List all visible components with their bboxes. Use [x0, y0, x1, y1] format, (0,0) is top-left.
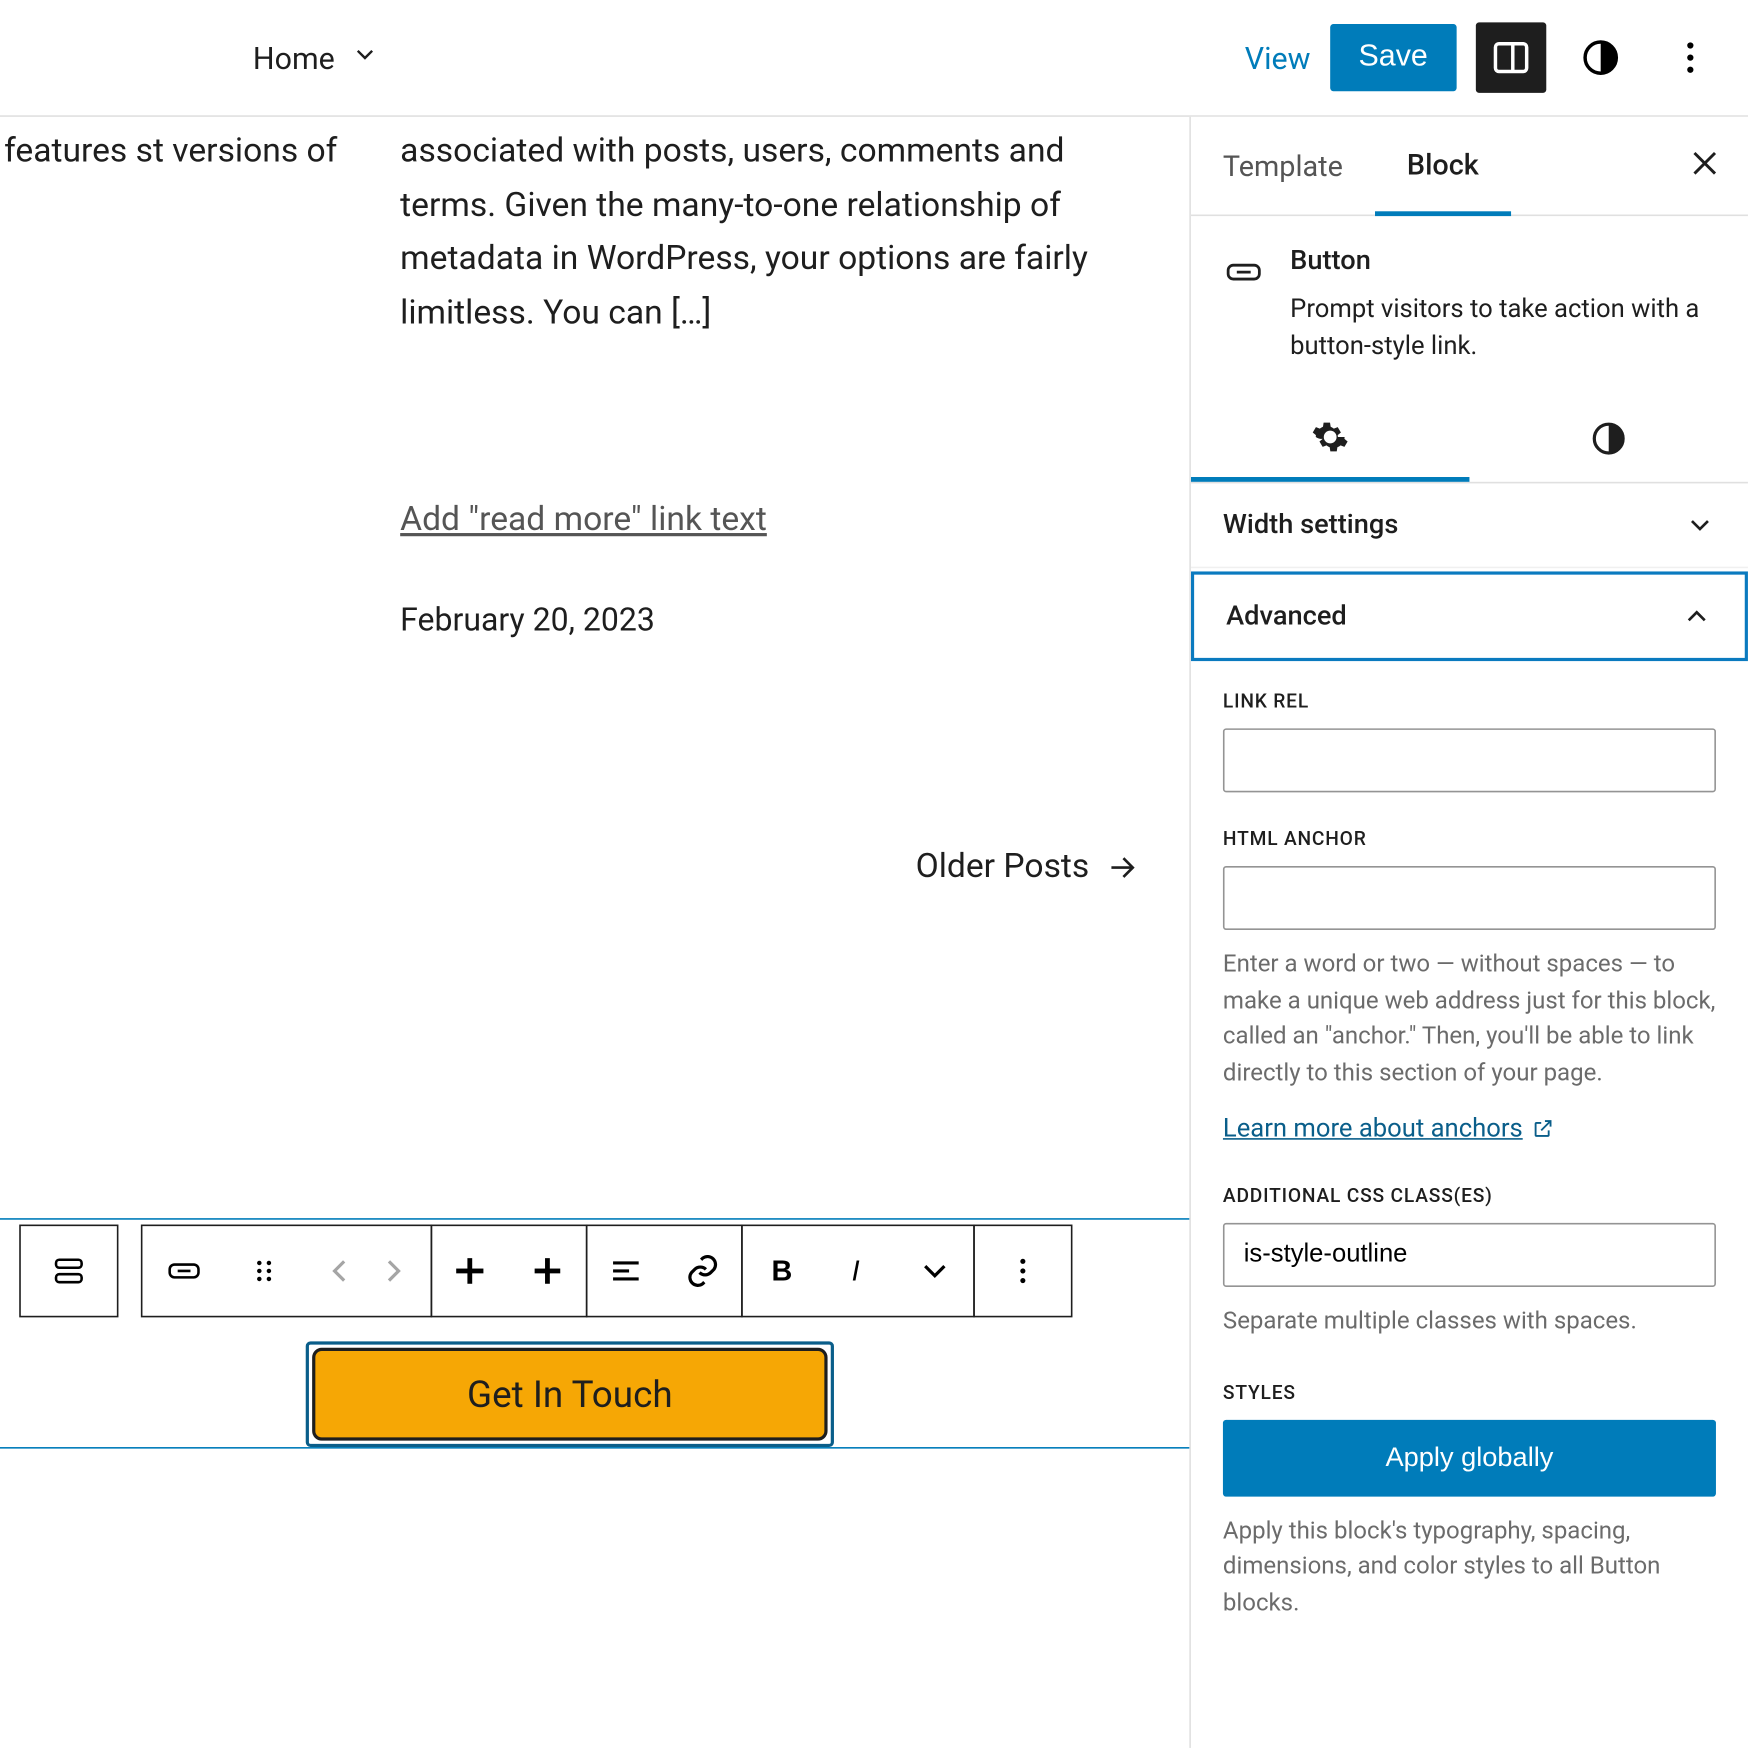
tab-settings[interactable] [1191, 396, 1470, 482]
parent-block-button[interactable] [30, 1226, 107, 1316]
html-anchor-input[interactable] [1223, 867, 1716, 931]
older-posts-label: Older Posts [916, 848, 1090, 886]
settings-sidebar: Template Block Button Prompt visitors to… [1191, 117, 1748, 1748]
bold-button[interactable]: B [743, 1226, 820, 1316]
view-link[interactable]: View [1245, 39, 1311, 76]
styles-label: STYLES [1223, 1381, 1716, 1403]
add-after-button[interactable] [509, 1226, 586, 1316]
html-anchor-label: HTML ANCHOR [1223, 828, 1716, 850]
plus-icon [528, 1252, 566, 1290]
more-formatting-button[interactable] [896, 1226, 973, 1316]
svg-text:I: I [852, 1256, 860, 1288]
breadcrumb-home[interactable]: Home [253, 39, 335, 76]
align-left-icon [607, 1252, 645, 1290]
block-description: Prompt visitors to take action with a bu… [1290, 290, 1716, 364]
section-label: Advanced [1226, 601, 1347, 633]
toolbar-group: B I [741, 1225, 975, 1318]
block-type-button[interactable] [142, 1226, 225, 1316]
add-before-button[interactable] [432, 1226, 509, 1316]
plus-left-icon [451, 1252, 489, 1290]
drag-icon [245, 1252, 283, 1290]
drag-button[interactable] [226, 1226, 303, 1316]
toolbar-group [973, 1225, 1072, 1318]
options-button[interactable] [1655, 22, 1725, 92]
button-block[interactable]: Get In Touch [312, 1348, 827, 1441]
button-icon [165, 1252, 203, 1290]
tab-styles[interactable] [1469, 396, 1748, 482]
italic-button[interactable]: I [820, 1226, 897, 1316]
save-button[interactable]: Save [1330, 24, 1457, 91]
toolbar-group [19, 1225, 118, 1318]
arrow-right-icon [1105, 852, 1137, 884]
chevron-down-icon[interactable] [351, 40, 380, 75]
sidebar-toggle-button[interactable] [1476, 22, 1546, 92]
tab-template[interactable]: Template [1191, 118, 1375, 212]
apply-globally-button[interactable]: Apply globally [1223, 1420, 1716, 1497]
link-rel-input[interactable] [1223, 729, 1716, 793]
block-card: Button Prompt visitors to take action wi… [1191, 216, 1748, 396]
contrast-icon [1589, 420, 1627, 458]
toolbar-group [586, 1225, 743, 1318]
buttons-icon [50, 1252, 88, 1290]
chevron-left-icon [322, 1252, 360, 1290]
chevron-down-icon [916, 1252, 954, 1290]
contrast-icon [1580, 37, 1622, 79]
chevron-right-icon [373, 1252, 411, 1290]
close-sidebar-button[interactable] [1687, 145, 1722, 187]
italic-icon: I [839, 1252, 877, 1290]
block-name: Button [1290, 245, 1716, 277]
chevron-down-icon [1684, 510, 1716, 542]
section-advanced[interactable]: Advanced [1191, 572, 1748, 662]
link-rel-label: LINK REL [1223, 691, 1716, 713]
toolbar-group [431, 1225, 588, 1318]
toolbar-group [141, 1225, 432, 1318]
move-right-button[interactable] [354, 1226, 431, 1316]
link-icon [683, 1252, 721, 1290]
kebab-icon [1670, 37, 1712, 79]
svg-text:B: B [772, 1256, 793, 1288]
kebab-icon [1004, 1252, 1042, 1290]
post-date: February 20, 2023 [400, 600, 655, 638]
editor-canvas[interactable]: test all the features st versions of cou… [0, 117, 1191, 1748]
editor-topbar: Home View Save [0, 0, 1748, 117]
button-block-selected[interactable]: Get In Touch [306, 1341, 834, 1447]
html-anchor-help: Enter a word or two — without spaces — t… [1223, 947, 1716, 1091]
css-classes-label: ADDITIONAL CSS CLASS(ES) [1223, 1185, 1716, 1207]
section-label: Width settings [1223, 510, 1398, 542]
learn-anchors-link[interactable]: Learn more about anchors [1223, 1113, 1555, 1143]
post-excerpt: test all the features st versions of cou… [0, 126, 352, 234]
older-posts-link[interactable]: Older Posts [916, 848, 1138, 886]
tab-block[interactable]: Block [1375, 117, 1511, 216]
apply-globally-help: Apply this block's typography, spacing, … [1223, 1512, 1716, 1620]
block-toolbar: B I [19, 1225, 1072, 1318]
css-classes-help: Separate multiple classes with spaces. [1223, 1304, 1716, 1340]
block-options-button[interactable] [984, 1226, 1061, 1316]
link-button[interactable] [664, 1226, 741, 1316]
css-classes-input[interactable] [1223, 1224, 1716, 1288]
gear-icon [1311, 418, 1349, 456]
section-width-settings[interactable]: Width settings [1191, 484, 1748, 569]
chevron-up-icon [1681, 601, 1713, 633]
align-button[interactable] [587, 1226, 664, 1316]
external-link-icon [1532, 1117, 1554, 1139]
panel-icon [1490, 37, 1532, 79]
button-icon [1223, 245, 1265, 299]
styles-toggle-button[interactable] [1565, 22, 1635, 92]
close-icon [1687, 145, 1722, 180]
bold-icon: B [762, 1252, 800, 1290]
post-excerpt: associated with posts, users, comments a… [400, 126, 1120, 341]
learn-anchors-label: Learn more about anchors [1223, 1113, 1523, 1143]
read-more-link[interactable]: Add "read more" link text [400, 501, 767, 539]
